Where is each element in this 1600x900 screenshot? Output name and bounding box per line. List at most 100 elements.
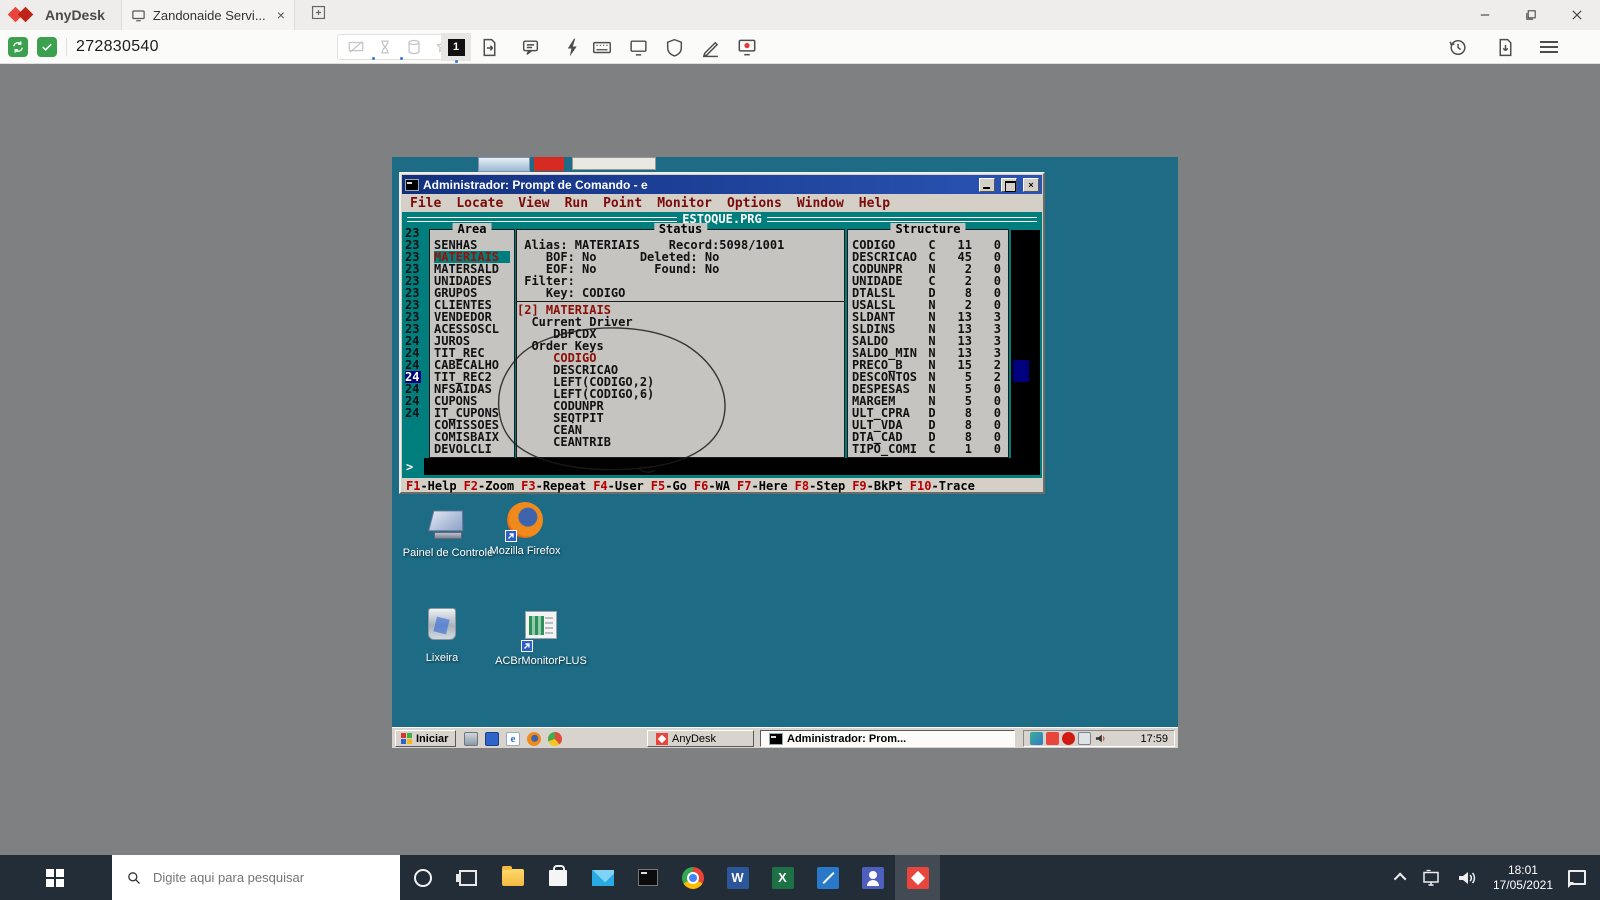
maximize-button[interactable]	[1508, 0, 1554, 30]
taskbar-icon-chrome[interactable]	[670, 855, 715, 900]
firefox-icon[interactable]	[527, 732, 541, 746]
taskbar-icon-teams[interactable]	[850, 855, 895, 900]
host-search-box[interactable]	[112, 855, 400, 900]
volume-icon[interactable]	[1456, 868, 1478, 888]
display-icon[interactable]	[485, 732, 499, 746]
function-key-hint: F1-Help	[406, 479, 457, 493]
taskbar-icon-file-explorer[interactable]	[490, 855, 535, 900]
chat-icon[interactable]	[520, 30, 541, 64]
taskbar-icon-word[interactable]: W	[715, 855, 760, 900]
terminal-icon	[638, 869, 658, 886]
history-icon[interactable]	[1447, 30, 1468, 64]
actions-icon[interactable]	[562, 30, 583, 64]
hidden-anydesk-icon	[534, 157, 564, 171]
tab-close-icon[interactable]: ×	[277, 8, 285, 22]
whiteboard-icon[interactable]	[700, 30, 721, 64]
anydesk-icon	[656, 733, 668, 745]
cmd-window[interactable]: Administrador: Prompt de Comando - e × F…	[399, 172, 1045, 494]
new-tab-icon[interactable]	[310, 4, 327, 26]
host-time: 18:01	[1493, 863, 1553, 878]
taskbar-icon-task-view[interactable]	[445, 855, 490, 900]
menu-item[interactable]: Locate	[456, 196, 503, 211]
session-refresh-icon[interactable]	[8, 37, 28, 57]
privacy-mode-icon[interactable]	[347, 38, 365, 56]
taskbar-icon-mail[interactable]	[580, 855, 625, 900]
browser-ball-icon[interactable]	[548, 732, 562, 746]
taskbar-icon-excel[interactable]: X	[760, 855, 805, 900]
function-key-hint: F9-BkPt	[852, 479, 903, 493]
taskbar-icon-store[interactable]	[535, 855, 580, 900]
desktop-icon-recycle-bin[interactable]: Lixeira	[394, 605, 490, 664]
minimize-button[interactable]	[1462, 0, 1508, 30]
word-icon: W	[727, 867, 749, 889]
system-tray: 17:59	[1023, 730, 1175, 747]
menu-item[interactable]: Window	[797, 196, 844, 211]
task-view-icon	[459, 870, 477, 886]
keyboard-icon[interactable]	[591, 30, 613, 64]
workarea-item[interactable]: DEVOLCLI	[434, 443, 514, 455]
cmd-titlebar[interactable]: Administrador: Prompt de Comando - e ×	[402, 175, 1042, 194]
taskbar-icon-terminal[interactable]	[625, 855, 670, 900]
menu-item[interactable]: Options	[727, 196, 782, 211]
cmd-minimize-button[interactable]	[979, 178, 995, 192]
taskbar-icon-cortana[interactable]	[400, 855, 445, 900]
network-icon[interactable]	[1421, 868, 1441, 888]
session-tab[interactable]: Zandonaide Servi... ×	[121, 0, 295, 30]
debugger-console[interactable]: ESTOQUE.PRG 2323232323232323232424242424…	[402, 212, 1042, 478]
taskbar-icon-anydesk[interactable]	[895, 855, 940, 900]
file-transfer-icon[interactable]	[479, 30, 500, 64]
remote-connected-icon[interactable]	[37, 37, 57, 57]
permissions-icon[interactable]	[664, 30, 685, 64]
wait-indicator-icon[interactable]	[376, 38, 394, 56]
remote-desktop-view[interactable]: Administrador: Prompt de Comando - e × F…	[392, 157, 1178, 748]
volume-icon[interactable]	[1094, 732, 1107, 745]
desktop-icon-acbrmonitor[interactable]: ACBrMonitorPLUS	[493, 607, 589, 667]
internet-explorer-icon[interactable]: e	[506, 732, 520, 746]
close-button[interactable]	[1554, 0, 1600, 30]
cmd-close-button[interactable]: ×	[1023, 178, 1039, 192]
menu-icon[interactable]	[1540, 30, 1558, 64]
quick-launch: e	[464, 730, 567, 747]
menu-item[interactable]: Help	[859, 196, 890, 211]
status-panel: Status Alias: MATERIAIS Record:5098/1001…	[516, 229, 845, 458]
anydesk-logo-icon	[9, 6, 37, 24]
shortcut-arrow-icon	[521, 640, 533, 652]
taskbar-icon-editor[interactable]	[805, 855, 850, 900]
menu-item[interactable]: Point	[603, 196, 642, 211]
search-input[interactable]	[153, 870, 373, 885]
structure-panel-title: Structure	[890, 223, 965, 235]
menu-item[interactable]: Monitor	[657, 196, 712, 211]
record-session-icon[interactable]	[736, 30, 758, 64]
tray-expand-icon[interactable]	[1394, 873, 1407, 886]
taskbar-button-anydesk[interactable]: AnyDesk	[647, 730, 754, 747]
desktop-icon-firefox[interactable]: Mozilla Firefox	[477, 501, 573, 557]
anydesk-tray-icon[interactable]	[1046, 732, 1059, 745]
menu-item[interactable]: View	[518, 196, 549, 211]
network-monitors-icon[interactable]	[1078, 732, 1091, 745]
record-ball-icon[interactable]	[1062, 732, 1075, 745]
structure-panel: Structure CODIGO C 11 0 DESCRICAO C 45	[847, 229, 1009, 458]
display-settings-icon[interactable]	[628, 30, 649, 64]
anydesk-toolbar: 272830540 1	[0, 30, 1600, 64]
accept-files-icon[interactable]	[1495, 30, 1516, 64]
debugger-command-bar[interactable]	[424, 458, 1011, 475]
start-button[interactable]: Iniciar	[395, 730, 456, 747]
monitor-number: 1	[448, 39, 465, 56]
menu-item[interactable]: Run	[565, 196, 588, 211]
cmd-maximize-button[interactable]	[1001, 178, 1017, 192]
app-green-icon[interactable]	[1030, 732, 1043, 745]
file-manager-icon[interactable]	[405, 38, 423, 56]
area-panel: Area SENHASMATERIAISMATERSALDUNIDADESGRU…	[429, 229, 515, 458]
taskbar-button-cmd[interactable]: Administrador: Prom...	[760, 730, 1015, 747]
menu-item[interactable]: File	[410, 196, 441, 211]
action-center-icon[interactable]	[1568, 870, 1586, 885]
remote-clock: 17:59	[1140, 733, 1168, 745]
host-clock[interactable]: 18:01 17/05/2021	[1493, 863, 1553, 893]
remote-address[interactable]: 272830540	[76, 38, 159, 56]
windows-flag-icon	[401, 733, 413, 744]
monitor-tab-1[interactable]: 1	[441, 33, 471, 61]
command-prompt: >	[406, 461, 413, 473]
show-desktop-icon[interactable]	[464, 732, 478, 746]
remote-taskbar: Iniciar e AnyDesk Administrador: Prom...	[392, 727, 1178, 748]
host-start-button[interactable]	[0, 855, 110, 900]
